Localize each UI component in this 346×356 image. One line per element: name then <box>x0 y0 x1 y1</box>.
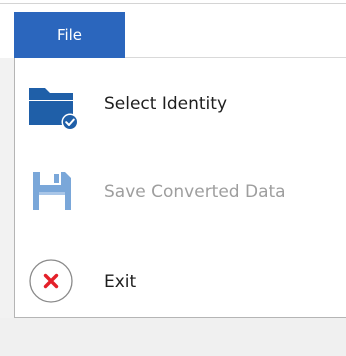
ribbon-top-divider <box>0 3 346 4</box>
menu-item-label: Select Identity <box>104 94 228 114</box>
ribbon-bar: File <box>0 0 346 58</box>
app-window: File Select Identity Save Converted Data… <box>0 0 346 356</box>
floppy-disk-icon <box>27 166 77 216</box>
menu-item-select-identity[interactable]: Select Identity <box>15 72 346 138</box>
folder-check-icon <box>27 82 79 132</box>
file-tab[interactable]: File <box>14 12 125 58</box>
menu-item-label: Exit <box>104 272 137 292</box>
exit-x-icon <box>27 256 77 306</box>
file-tab-label: File <box>56 26 83 44</box>
menu-item-save-converted-data[interactable]: Save Converted Data <box>15 158 346 224</box>
menu-item-label: Save Converted Data <box>104 182 286 202</box>
status-area <box>0 318 346 356</box>
menu-item-exit[interactable]: Exit <box>15 250 346 316</box>
file-menu: Select Identity Save Converted Data Exit <box>14 58 346 318</box>
